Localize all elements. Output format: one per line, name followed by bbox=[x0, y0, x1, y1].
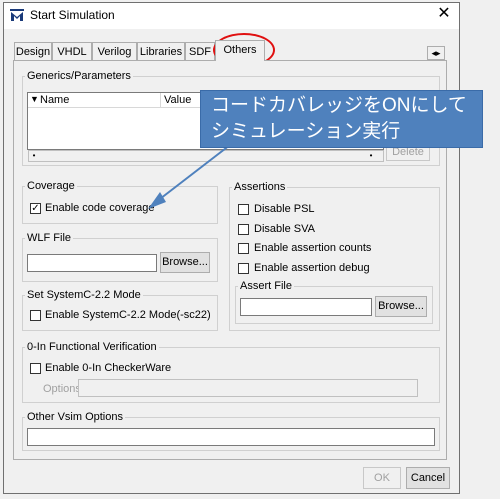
enable-assertion-debug-checkbox[interactable] bbox=[238, 263, 249, 274]
enable-assertion-counts-checkbox[interactable] bbox=[238, 243, 249, 254]
tab-vhdl[interactable]: VHDL bbox=[52, 42, 92, 61]
enable-assertion-debug-label: Enable assertion debug bbox=[254, 262, 370, 274]
vsim-options-legend: Other Vsim Options bbox=[27, 411, 123, 423]
tab-libraries[interactable]: Libraries bbox=[137, 42, 185, 61]
assertions-legend: Assertions bbox=[234, 181, 286, 193]
assert-file-legend: Assert File bbox=[240, 280, 292, 292]
scroll-right-icon[interactable]: • bbox=[366, 151, 376, 161]
assert-file-input[interactable] bbox=[240, 298, 372, 316]
wlf-file-legend: WLF File bbox=[27, 232, 71, 244]
enable-code-coverage-checkbox[interactable]: ✓ bbox=[30, 203, 41, 214]
options-label: Options bbox=[43, 383, 81, 395]
vsim-options-input[interactable] bbox=[27, 428, 435, 446]
systemc-legend: Set SystemC-2.2 Mode bbox=[27, 289, 141, 301]
column-divider bbox=[160, 93, 161, 107]
assert-browse-button[interactable]: Browse... bbox=[375, 296, 427, 317]
options-input[interactable] bbox=[78, 379, 418, 397]
cancel-button[interactable]: Cancel bbox=[406, 467, 450, 489]
window-title: Start Simulation bbox=[30, 8, 115, 22]
annotation-line-2: シミュレーション実行 bbox=[211, 121, 401, 142]
callout-arrow bbox=[148, 144, 231, 209]
enable-0in-checkerware-label: Enable 0-In CheckerWare bbox=[45, 362, 172, 374]
wlf-browse-button[interactable]: Browse... bbox=[160, 252, 210, 273]
tab-others[interactable]: Others bbox=[215, 40, 265, 61]
enable-systemc-checkbox[interactable] bbox=[30, 310, 41, 321]
disable-psl-label: Disable PSL bbox=[254, 203, 315, 215]
wlf-file-input[interactable] bbox=[27, 254, 157, 272]
enable-0in-checkerware-checkbox[interactable] bbox=[30, 363, 41, 374]
tab-scroll-arrows[interactable]: ◂▸ bbox=[427, 46, 445, 60]
tab-verilog[interactable]: Verilog bbox=[92, 42, 137, 61]
close-icon[interactable]: ✕ bbox=[432, 3, 456, 25]
annotation-callout: コードカバレッジをONにして シミュレーション実行 bbox=[200, 90, 483, 148]
ok-button[interactable]: OK bbox=[363, 467, 401, 489]
tab-design[interactable]: Design bbox=[14, 42, 52, 61]
column-value-header[interactable]: Value bbox=[164, 94, 191, 106]
scroll-left-icon[interactable]: • bbox=[29, 151, 39, 161]
column-name-header[interactable]: Name bbox=[40, 94, 69, 106]
sort-arrow-icon: ▼ bbox=[30, 94, 39, 104]
generics-legend: Generics/Parameters bbox=[27, 70, 131, 82]
enable-code-coverage-label: Enable code coverage bbox=[45, 202, 155, 214]
zero-in-legend: 0-In Functional Verification bbox=[27, 341, 157, 353]
coverage-legend: Coverage bbox=[27, 180, 75, 192]
modelsim-logo-icon bbox=[9, 8, 25, 22]
enable-assertion-counts-label: Enable assertion counts bbox=[254, 242, 372, 254]
annotation-line-1: コードカバレッジをONにして bbox=[211, 95, 467, 116]
disable-sva-label: Disable SVA bbox=[254, 223, 315, 235]
enable-systemc-label: Enable SystemC-2.2 Mode(-sc22) bbox=[45, 309, 211, 321]
disable-sva-checkbox[interactable] bbox=[238, 224, 249, 235]
tab-sdf[interactable]: SDF bbox=[185, 42, 215, 61]
